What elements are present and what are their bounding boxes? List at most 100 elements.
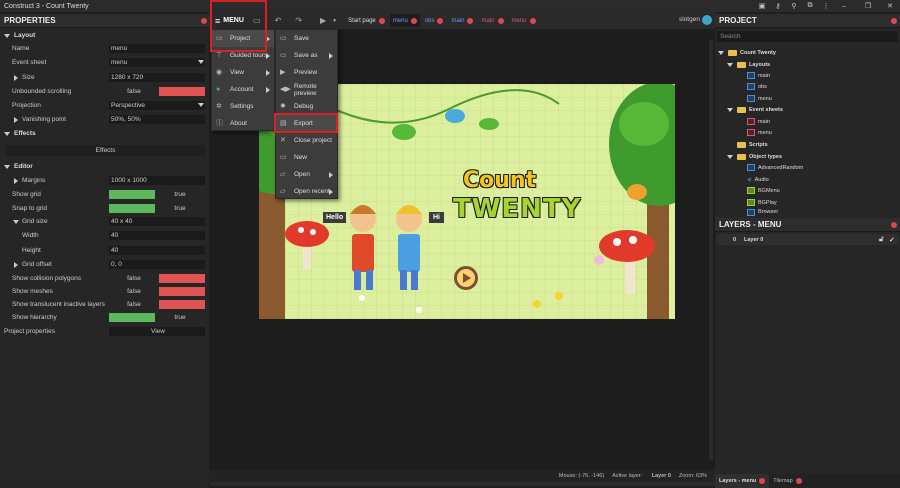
- bool-toggle[interactable]: false: [109, 300, 205, 309]
- tab-main-events[interactable]: main: [478, 14, 506, 27]
- tree-folder-scripts[interactable]: Scripts: [737, 139, 768, 150]
- dropdown-icon[interactable]: [198, 103, 204, 107]
- tree-folder-objecttypes[interactable]: Object types: [727, 151, 782, 162]
- menu-item-close-project[interactable]: ✕ Close project: [276, 132, 337, 149]
- view-button[interactable]: View: [109, 327, 205, 336]
- prop-value[interactable]: menu: [109, 58, 205, 67]
- tab-close-icon[interactable]: [437, 17, 444, 24]
- prop-value[interactable]: 1280 x 720: [109, 73, 205, 82]
- expand-icon[interactable]: [14, 75, 18, 81]
- menu-item-preview[interactable]: ▶ Preview: [276, 64, 337, 81]
- prop-row[interactable]: Event sheet menu: [0, 57, 207, 68]
- tab-layers[interactable]: Layers - menu: [715, 474, 770, 488]
- tree-item-eventsheet[interactable]: menu: [747, 127, 772, 138]
- menu-item-remote-preview[interactable]: ◀▶ Remote preview: [276, 81, 337, 98]
- prop-row[interactable]: Vanishing point 50%, 50%: [0, 114, 207, 125]
- tree-root[interactable]: Count Twenty: [718, 47, 776, 58]
- prop-row[interactable]: Grid offset 0, 0: [0, 259, 207, 270]
- layer-row[interactable]: 0 Layer 0 🔓︎ ✓: [717, 234, 898, 245]
- bool-toggle[interactable]: true: [109, 204, 205, 213]
- prop-row[interactable]: Snap to grid true: [0, 203, 207, 214]
- menu-item-about[interactable]: ⓘ About: [212, 115, 274, 132]
- game-title-line1[interactable]: Count: [463, 168, 536, 193]
- prop-row[interactable]: Width 40: [0, 230, 207, 241]
- tab-close-icon[interactable]: [410, 17, 417, 24]
- visible-check-icon[interactable]: ✓: [889, 236, 895, 244]
- maximize-icon[interactable]: ❐: [856, 0, 880, 12]
- tab-menu-layout[interactable]: menu: [389, 14, 420, 27]
- play-dropdown-icon[interactable]: ▼: [332, 18, 337, 24]
- prop-value[interactable]: Perspective: [109, 101, 205, 110]
- tree-folder-layouts[interactable]: Layouts: [727, 59, 770, 70]
- tab-close-icon[interactable]: [467, 17, 474, 24]
- prop-value[interactable]: 50%, 50%: [109, 115, 205, 124]
- prop-value[interactable]: menu: [109, 44, 205, 53]
- project-close-icon[interactable]: [891, 18, 897, 24]
- prop-row[interactable]: Margins 1000 x 1000: [0, 175, 207, 186]
- menu-item-settings[interactable]: ✲ Settings: [212, 98, 274, 115]
- layout-section[interactable]: Layout: [0, 30, 207, 41]
- tab-close-icon[interactable]: [529, 17, 536, 24]
- prop-row[interactable]: Project properties View: [0, 326, 207, 337]
- hi-bubble[interactable]: Hi: [429, 212, 444, 223]
- expand-icon[interactable]: [14, 178, 18, 184]
- menu-item-save[interactable]: ▭ Save: [276, 30, 337, 47]
- menu-item-view[interactable]: ◉ View: [212, 64, 274, 81]
- bool-toggle[interactable]: false: [109, 287, 205, 296]
- bool-toggle[interactable]: true: [109, 313, 205, 322]
- tree-item-object[interactable]: AdvancedRandom: [747, 162, 803, 173]
- prop-row[interactable]: Show translucent inactive layers false: [0, 299, 207, 310]
- tree-item-object[interactable]: Browser: [747, 208, 778, 216]
- bool-toggle[interactable]: false: [109, 274, 205, 283]
- tab-close-icon[interactable]: [497, 17, 504, 24]
- tree-item-object[interactable]: ◂) Audio: [747, 174, 769, 185]
- horizontal-scrollbar[interactable]: [210, 482, 715, 486]
- effects-button[interactable]: Effects: [6, 145, 205, 156]
- prop-row[interactable]: Unbounded scrolling false: [0, 86, 207, 97]
- tree-item-layout[interactable]: main: [747, 70, 770, 81]
- tree-folder-eventsheets[interactable]: Event sheets: [727, 104, 783, 115]
- prop-value[interactable]: 0, 0: [109, 260, 205, 269]
- tab-close-icon[interactable]: [378, 17, 385, 24]
- properties-close-icon[interactable]: [201, 18, 207, 24]
- menu-item-account[interactable]: ● Account: [212, 81, 274, 98]
- prop-row[interactable]: Projection Perspective: [0, 100, 207, 111]
- prop-value[interactable]: 40: [109, 246, 205, 255]
- prop-row[interactable]: Show hierarchy true: [0, 312, 207, 323]
- dropdown-icon[interactable]: [198, 60, 204, 64]
- game-title-line2[interactable]: TWENTY: [453, 194, 582, 224]
- tab-main-layout[interactable]: main: [448, 14, 476, 27]
- expand-icon[interactable]: [14, 117, 18, 123]
- prop-row[interactable]: Height 40: [0, 245, 207, 256]
- collapse-icon[interactable]: [13, 220, 19, 224]
- project-search-input[interactable]: Search: [717, 31, 898, 42]
- vertical-scrollbar[interactable]: [709, 40, 713, 460]
- tree-item-layout[interactable]: obs: [747, 81, 767, 92]
- lock-icon[interactable]: 🔓︎: [879, 236, 884, 244]
- prop-value[interactable]: 1000 x 1000: [109, 176, 205, 185]
- tree-item-layout[interactable]: menu: [747, 93, 772, 104]
- hello-bubble[interactable]: Hello: [323, 212, 347, 223]
- editor-section[interactable]: Editor: [0, 161, 207, 172]
- user-name[interactable]: slotgen: [679, 16, 700, 23]
- play-icon[interactable]: ▶: [320, 16, 326, 25]
- tab-start-page[interactable]: Start page: [345, 14, 388, 27]
- effects-section[interactable]: Effects: [0, 128, 207, 139]
- tab-obs[interactable]: obs: [422, 14, 447, 27]
- bool-toggle[interactable]: false: [109, 87, 205, 96]
- menu-item-open-recent[interactable]: ▱ Open recent: [276, 183, 337, 200]
- prop-row[interactable]: Size 1280 x 720: [0, 72, 207, 83]
- undo-icon[interactable]: ↶: [275, 16, 282, 25]
- avatar[interactable]: [702, 15, 712, 25]
- tree-item-eventsheet[interactable]: main: [747, 116, 770, 127]
- expand-icon[interactable]: [14, 262, 18, 268]
- menu-item-new[interactable]: ▭ New: [276, 149, 337, 166]
- prop-row[interactable]: Name menu: [0, 43, 207, 54]
- close-window-icon[interactable]: ✕: [878, 0, 900, 12]
- tree-item-object[interactable]: BGMenu: [747, 185, 780, 196]
- prop-value[interactable]: 40 x 40: [109, 217, 205, 226]
- tab-close-icon[interactable]: [759, 478, 766, 484]
- tab-close-icon[interactable]: [795, 478, 802, 484]
- bool-toggle[interactable]: true: [109, 190, 205, 199]
- prop-row[interactable]: Show collision polygons false: [0, 273, 207, 284]
